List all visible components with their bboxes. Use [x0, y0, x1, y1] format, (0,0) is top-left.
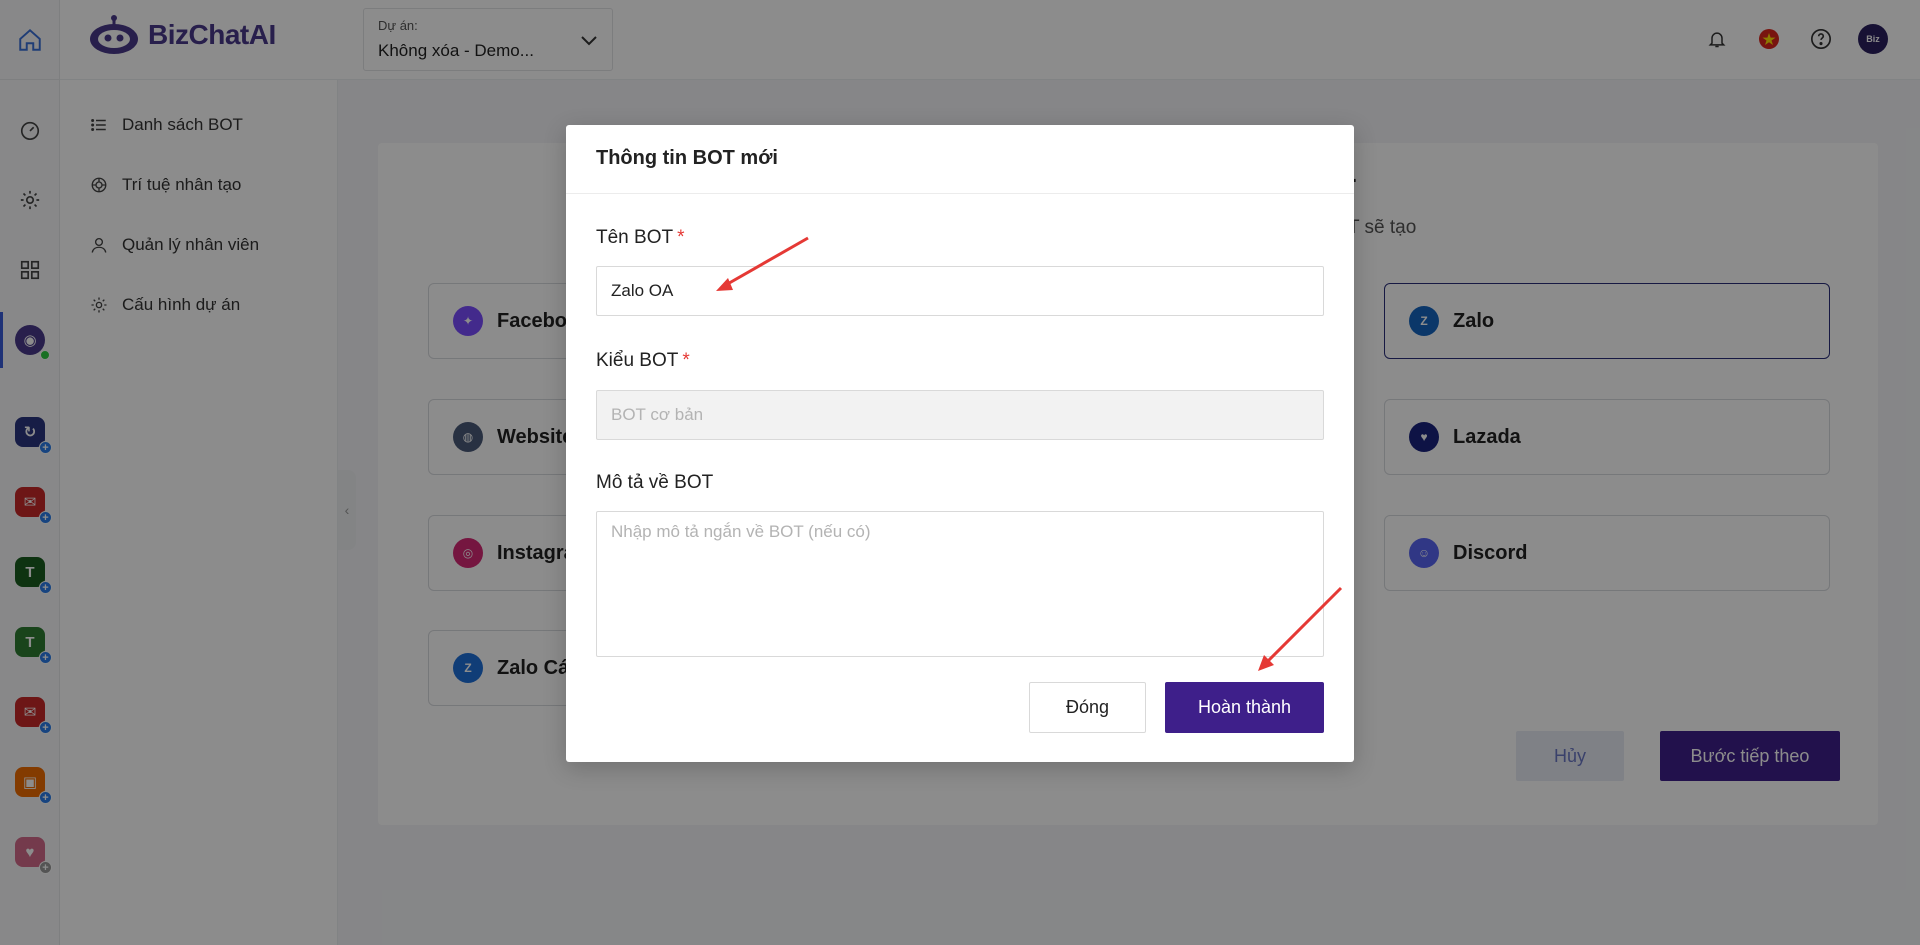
new-bot-dialog: Thông tin BOT mới Tên BOT* Kiểu BOT* Mô …	[566, 125, 1354, 762]
bot-name-label: Tên BOT *	[596, 227, 685, 248]
bot-name-input[interactable]	[596, 266, 1324, 316]
bot-type-field[interactable]	[596, 390, 1324, 440]
finish-button[interactable]: Hoàn thành	[1165, 682, 1324, 733]
bot-description-input[interactable]	[596, 511, 1324, 657]
bot-type-label: Kiểu BOT *	[596, 350, 690, 371]
required-mark: *	[677, 227, 685, 248]
close-button[interactable]: Đóng	[1029, 682, 1146, 733]
bot-description-label: Mô tả về BOT	[596, 472, 714, 493]
required-mark: *	[682, 350, 690, 371]
dialog-title: Thông tin BOT mới	[566, 125, 1354, 194]
